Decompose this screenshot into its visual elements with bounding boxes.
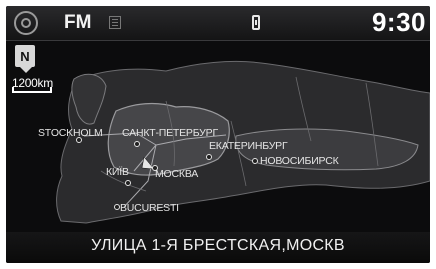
city-label-kyiv: КИЇВ xyxy=(106,166,129,178)
city-label-st-petersburg: САНКТ-ПЕТЕРБУРГ xyxy=(122,127,218,139)
home-icon xyxy=(21,18,31,28)
phone-icon xyxy=(252,15,260,30)
city-dot-novosibirsk xyxy=(252,158,258,164)
audio-source-label[interactable]: FM xyxy=(64,12,91,34)
city-dot-st-petersburg xyxy=(134,141,140,147)
city-dot-ekaterinburg xyxy=(206,154,212,160)
clock: 9:30 xyxy=(371,7,426,37)
nav-screen: FM 9:30 STOCKHOLM САНКТ-ПЕТЕРБУРГ ЕКАТЕР… xyxy=(6,6,430,263)
north-arrow-icon xyxy=(20,67,32,73)
city-label-ekaterinburg: ЕКАТЕРИНБУРГ xyxy=(209,140,288,152)
street-bar: УЛИЦА 1-Я БРЕСТСКАЯ,МОСКВ xyxy=(6,232,430,263)
city-label-novosibirsk: НОВОСИБИРСК xyxy=(260,155,339,167)
scale-label: 1200km xyxy=(12,76,53,90)
map-scale[interactable]: 1200km xyxy=(12,76,53,93)
map-view[interactable]: STOCKHOLM САНКТ-ПЕТЕРБУРГ ЕКАТЕРИНБУРГ Н… xyxy=(6,41,430,228)
current-street-name: УЛИЦА 1-Я БРЕСТСКАЯ,МОСКВ xyxy=(91,237,345,254)
city-label-stockholm: STOCKHOLM xyxy=(38,127,103,139)
status-bar: FM 9:30 xyxy=(6,6,430,41)
radio-signal-icon xyxy=(109,16,121,29)
city-dot-kyiv xyxy=(125,180,131,186)
scale-bar xyxy=(12,87,52,93)
city-label-bucuresti: BUCURESTI xyxy=(120,202,179,214)
compass-icon: N xyxy=(20,48,30,64)
home-button[interactable] xyxy=(14,11,38,35)
city-label-moscow: МОСКВА xyxy=(155,168,199,180)
north-up-button[interactable]: N xyxy=(15,45,35,67)
